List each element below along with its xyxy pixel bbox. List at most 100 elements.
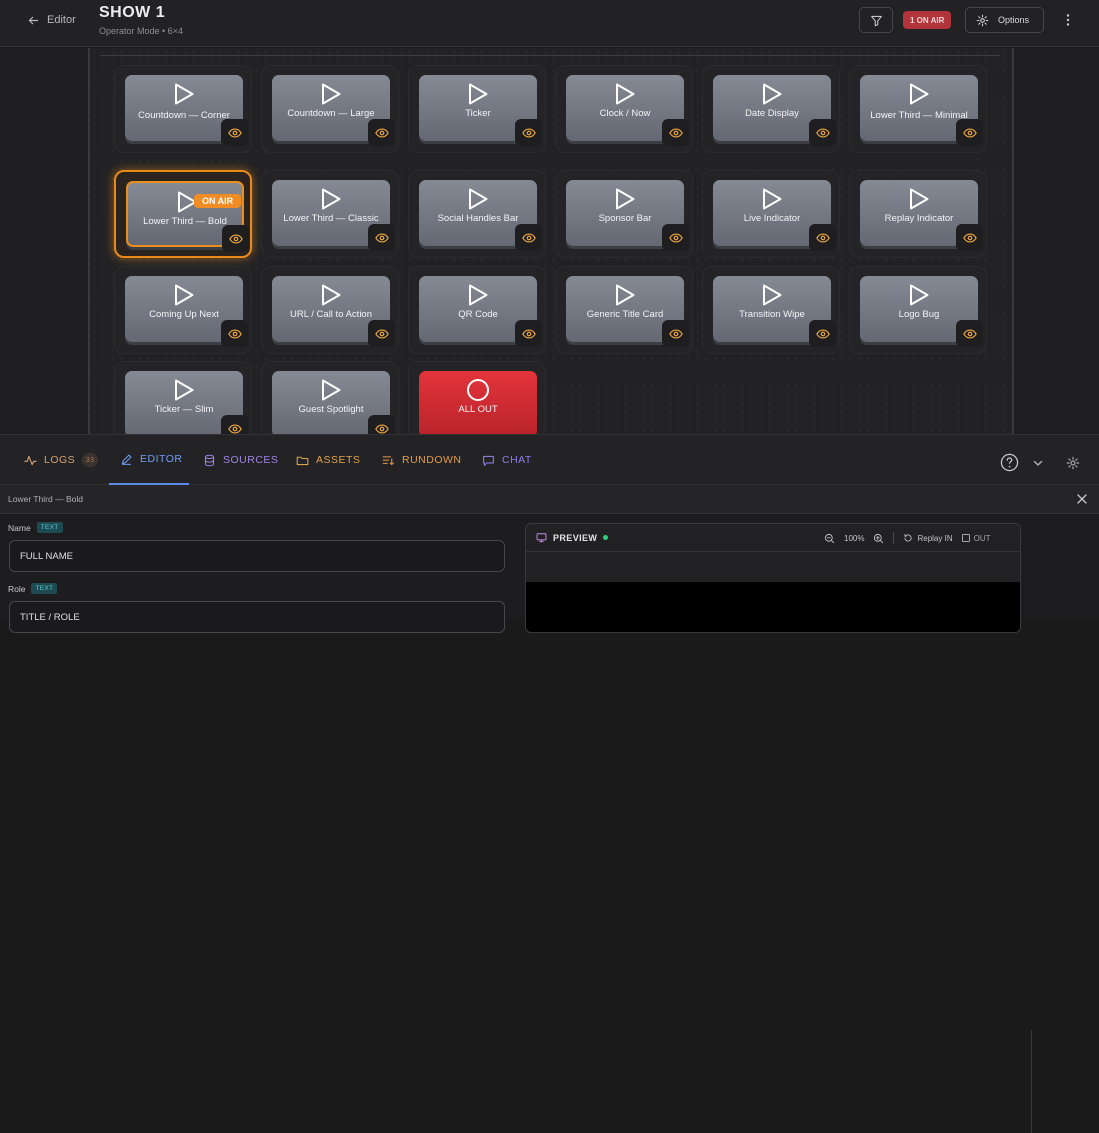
eye-icon (962, 127, 977, 138)
monitor-icon (536, 533, 547, 543)
tab-rundown-label: RUNDOWN (402, 454, 462, 466)
preview-eye-button[interactable] (662, 224, 689, 251)
preview-eye-button[interactable] (221, 320, 248, 347)
preview-eye-button[interactable] (222, 225, 249, 252)
eye-icon (815, 328, 830, 339)
logs-count-badge: 33 (82, 453, 99, 467)
tab-assets-label: ASSETS (316, 454, 361, 466)
tab-editor[interactable]: EDITOR (109, 435, 189, 485)
preview-eye-button[interactable] (221, 415, 248, 434)
play-icon (322, 83, 341, 105)
name-field-type-tag: TEXT (36, 522, 63, 533)
play-icon (175, 284, 194, 306)
zoom-in-icon[interactable] (873, 533, 884, 544)
play-icon (910, 83, 929, 105)
play-icon (910, 188, 929, 210)
eye-icon (374, 232, 389, 243)
tab-sources[interactable]: SOURCES (203, 435, 278, 485)
preview-eye-button[interactable] (809, 224, 836, 251)
grid-cell: Date Display (702, 65, 840, 153)
role-field-input[interactable]: TITLE / ROLE (9, 601, 505, 633)
onair-tag: ON AIR (194, 194, 242, 208)
more-vertical-icon (1066, 14, 1070, 26)
preview-title-group: PREVIEW (536, 532, 609, 543)
list-order-icon (382, 455, 394, 465)
grid-cell: Lower Third — Minimal (849, 65, 987, 153)
stop-circle-icon (467, 379, 489, 401)
grid-cell: Lower Third — Classic (261, 170, 399, 258)
show-title: SHOW 1 (99, 4, 166, 21)
preview-eye-button[interactable] (956, 224, 983, 251)
help-icon[interactable] (1000, 453, 1019, 472)
folder-icon (296, 456, 309, 465)
tab-chat[interactable]: CHAT (482, 435, 532, 485)
tab-rundown[interactable]: RUNDOWN (382, 435, 462, 485)
play-icon (175, 379, 194, 401)
gear-icon (976, 14, 989, 26)
preview-controls: 100% Replay IN OUT (824, 532, 990, 544)
eye-icon (668, 328, 683, 339)
preview-eye-button[interactable] (221, 119, 248, 146)
preview-eye-button[interactable] (515, 224, 542, 251)
role-field-type-tag: TEXT (31, 583, 58, 594)
grid-cell: Logo Bug (849, 266, 987, 354)
eye-icon (227, 328, 242, 339)
arrow-left-icon (28, 16, 39, 24)
preview-eye-button[interactable] (368, 119, 395, 146)
onair-count-badge[interactable]: 1 ON AIR (903, 11, 952, 29)
play-icon (322, 379, 341, 401)
grid-cell: ALL OUT (408, 361, 546, 434)
bottom-tab-bar: LOGS 33 EDITOR SOURCES ASSETS RUNDOWN CH… (0, 434, 1099, 485)
grid-cell: Replay Indicator (849, 170, 987, 258)
settings-gear-icon[interactable] (1066, 456, 1080, 470)
preview-eye-button[interactable] (368, 415, 395, 434)
options-button[interactable]: Options (965, 7, 1044, 33)
zoom-out-icon[interactable] (824, 533, 835, 544)
preview-header: PREVIEW 100% Replay IN OUT (526, 524, 1020, 552)
eye-icon (228, 233, 243, 244)
chevron-down-icon[interactable] (1032, 457, 1044, 469)
play-icon (322, 188, 341, 210)
grid-cell: Lower Third — Bold ON AIR (114, 170, 252, 258)
checkbox-icon (961, 534, 970, 542)
out-button[interactable]: OUT (961, 534, 990, 543)
preview-eye-button[interactable] (368, 320, 395, 347)
preview-eye-button[interactable] (662, 119, 689, 146)
preview-eye-button[interactable] (515, 320, 542, 347)
close-icon[interactable] (1076, 493, 1088, 505)
editor-panel-body: Name TEXT FULL NAME Role TEXT TITLE / RO… (0, 515, 1099, 1133)
play-icon (616, 188, 635, 210)
back-to-editor-link[interactable]: Editor (27, 12, 76, 28)
eye-icon (962, 232, 977, 243)
editor-panel-header: Lower Third — Bold (0, 485, 1099, 514)
editor-panel-title: Lower Third — Bold (8, 494, 83, 504)
all-out-button[interactable]: ALL OUT (419, 371, 537, 434)
preview-canvas (526, 582, 1020, 632)
filter-button[interactable] (859, 7, 893, 33)
play-icon (175, 83, 194, 105)
eye-icon (374, 127, 389, 138)
more-menu-button[interactable] (1061, 12, 1075, 28)
eye-icon (374, 328, 389, 339)
name-field-label-row: Name TEXT (8, 522, 63, 533)
preview-eye-button[interactable] (809, 119, 836, 146)
preview-eye-button[interactable] (956, 119, 983, 146)
preview-eye-button[interactable] (809, 320, 836, 347)
eye-icon (815, 127, 830, 138)
zoom-level: 100% (844, 533, 865, 543)
role-field-label: Role (8, 583, 26, 594)
play-icon (469, 83, 488, 105)
replay-in-button[interactable]: Replay IN (903, 533, 953, 543)
preview-eye-button[interactable] (368, 224, 395, 251)
control-divider (893, 532, 895, 544)
tab-logs[interactable]: LOGS 33 (24, 435, 99, 485)
name-field-label: Name (8, 522, 31, 533)
preview-eye-button[interactable] (515, 119, 542, 146)
tab-assets[interactable]: ASSETS (296, 435, 360, 485)
preview-eye-button[interactable] (662, 320, 689, 347)
preview-eye-button[interactable] (956, 320, 983, 347)
eye-icon (815, 232, 830, 243)
options-label: Options (998, 15, 1030, 25)
show-subtitle: Operator Mode • 6×4 (99, 26, 183, 36)
name-field-input[interactable]: FULL NAME (9, 540, 505, 572)
